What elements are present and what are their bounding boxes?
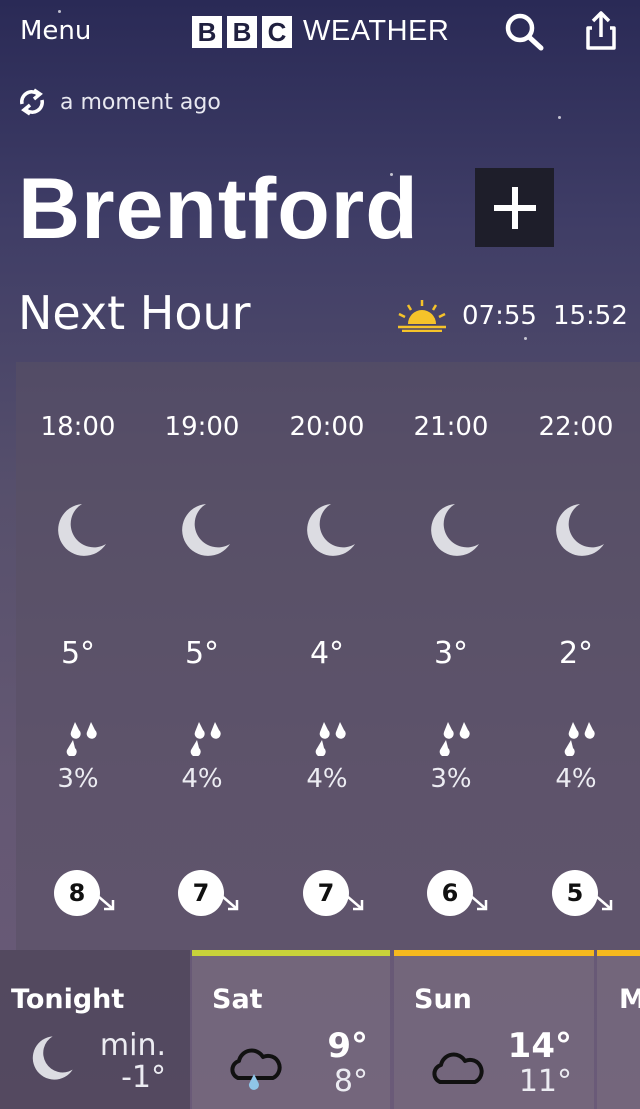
- hour-column[interactable]: 18:00 5° 3% 8: [16, 362, 140, 950]
- raindrops-icon: [66, 722, 97, 756]
- sunrise-time: 07:55: [462, 301, 537, 331]
- moon-icon: [431, 504, 479, 556]
- high-temperature: 14°: [507, 1026, 572, 1066]
- day-name: M: [619, 984, 640, 1015]
- share-icon: [586, 11, 616, 50]
- sunset-time: 15:52: [552, 301, 628, 331]
- hour-column[interactable]: 22:00 2° 4% 5: [514, 362, 638, 950]
- day-name: Sat: [212, 984, 263, 1015]
- hour-temperature: 5°: [184, 636, 220, 671]
- last-updated-text: a moment ago: [60, 89, 221, 115]
- moon-icon: [307, 504, 355, 556]
- high-temperature: 9°: [327, 1026, 368, 1066]
- rain-chance: 3%: [430, 764, 472, 794]
- location-name: Brentford: [18, 161, 419, 257]
- top-bar: Menu B B C WEATHER: [0, 0, 640, 64]
- hour-temperature: 3°: [433, 636, 469, 671]
- bbc-weather-logo[interactable]: B B C WEATHER: [192, 15, 449, 48]
- rain-chance: 3%: [57, 764, 99, 794]
- plus-icon: [493, 186, 536, 229]
- logo-letter: C: [262, 15, 292, 48]
- cloud-rain-icon: [230, 1048, 282, 1090]
- wind-arrow-icon: [98, 896, 115, 911]
- hour-column[interactable]: 20:00 4° 4% 7: [265, 362, 389, 950]
- hour-time: 21:00: [413, 412, 489, 442]
- day-tab-sat[interactable]: Sat 9° 8°: [192, 950, 390, 1109]
- share-button[interactable]: [580, 10, 624, 54]
- hour-column[interactable]: 19:00 5° 4% 7: [140, 362, 264, 950]
- raindrops-icon: [315, 722, 346, 756]
- logo-letter: B: [192, 15, 222, 48]
- hour-temperature: 2°: [558, 636, 594, 671]
- wind-speed: 6: [427, 870, 473, 916]
- wind-speed: 8: [54, 870, 100, 916]
- min-label: min.: [99, 1028, 166, 1063]
- daily-forecast[interactable]: Tonight min. -1° Sat 9° 8° Sun 14° 11° M: [0, 950, 640, 1109]
- day-tab-tonight[interactable]: Tonight min. -1°: [0, 950, 190, 1109]
- hour-time: 19:00: [164, 412, 240, 442]
- cloud-icon: [432, 1052, 484, 1084]
- hour-temperature: 5°: [60, 636, 96, 671]
- search-button[interactable]: [502, 12, 546, 52]
- wind-speed: 5: [552, 870, 598, 916]
- low-temperature: 8°: [333, 1064, 368, 1099]
- menu-button[interactable]: Menu: [20, 16, 91, 46]
- raindrops-icon: [564, 722, 595, 756]
- search-icon: [505, 13, 544, 51]
- wind-arrow-icon: [596, 896, 613, 911]
- rain-chance: 4%: [555, 764, 597, 794]
- raindrops-icon: [439, 722, 470, 756]
- day-name: Tonight: [11, 984, 125, 1015]
- last-updated[interactable]: a moment ago: [16, 86, 221, 118]
- sun-times: 07:55 15:52: [396, 300, 628, 332]
- hour-temperature: 4°: [309, 636, 345, 671]
- wind-arrow-icon: [471, 896, 488, 911]
- wind-arrow-icon: [222, 896, 239, 911]
- logo-letter: B: [227, 15, 257, 48]
- raindrops-icon: [190, 722, 221, 756]
- wind-speed: 7: [178, 870, 224, 916]
- rain-chance: 4%: [181, 764, 223, 794]
- day-tab-mon[interactable]: M: [597, 950, 640, 1109]
- star: [524, 337, 527, 340]
- logo-word: WEATHER: [303, 15, 450, 47]
- wind-speed: 7: [303, 870, 349, 916]
- low-temperature: 11°: [518, 1064, 572, 1099]
- refresh-icon: [20, 88, 44, 116]
- hour-time: 22:00: [538, 412, 614, 442]
- next-hour-heading: Next Hour: [18, 286, 251, 340]
- moon-icon: [58, 504, 106, 556]
- sunrise-icon: [398, 300, 446, 332]
- wind-arrow-icon: [347, 896, 364, 911]
- add-favourite-button[interactable]: [475, 168, 554, 247]
- moon-icon: [556, 504, 604, 556]
- hour-column[interactable]: 21:00 3° 3% 6: [389, 362, 513, 950]
- star: [558, 116, 561, 119]
- rain-chance: 4%: [306, 764, 348, 794]
- day-name: Sun: [414, 984, 472, 1015]
- moon-icon: [182, 504, 230, 556]
- hourly-forecast[interactable]: 18:00 5° 3% 8 19:00 5° 4% 7 20:00 4° 4% …: [16, 362, 640, 950]
- moon-icon: [32, 1036, 73, 1080]
- hour-time: 20:00: [289, 412, 365, 442]
- day-tab-sun[interactable]: Sun 14° 11°: [394, 950, 594, 1109]
- min-temperature: -1°: [121, 1060, 166, 1095]
- hour-time: 18:00: [40, 412, 116, 442]
